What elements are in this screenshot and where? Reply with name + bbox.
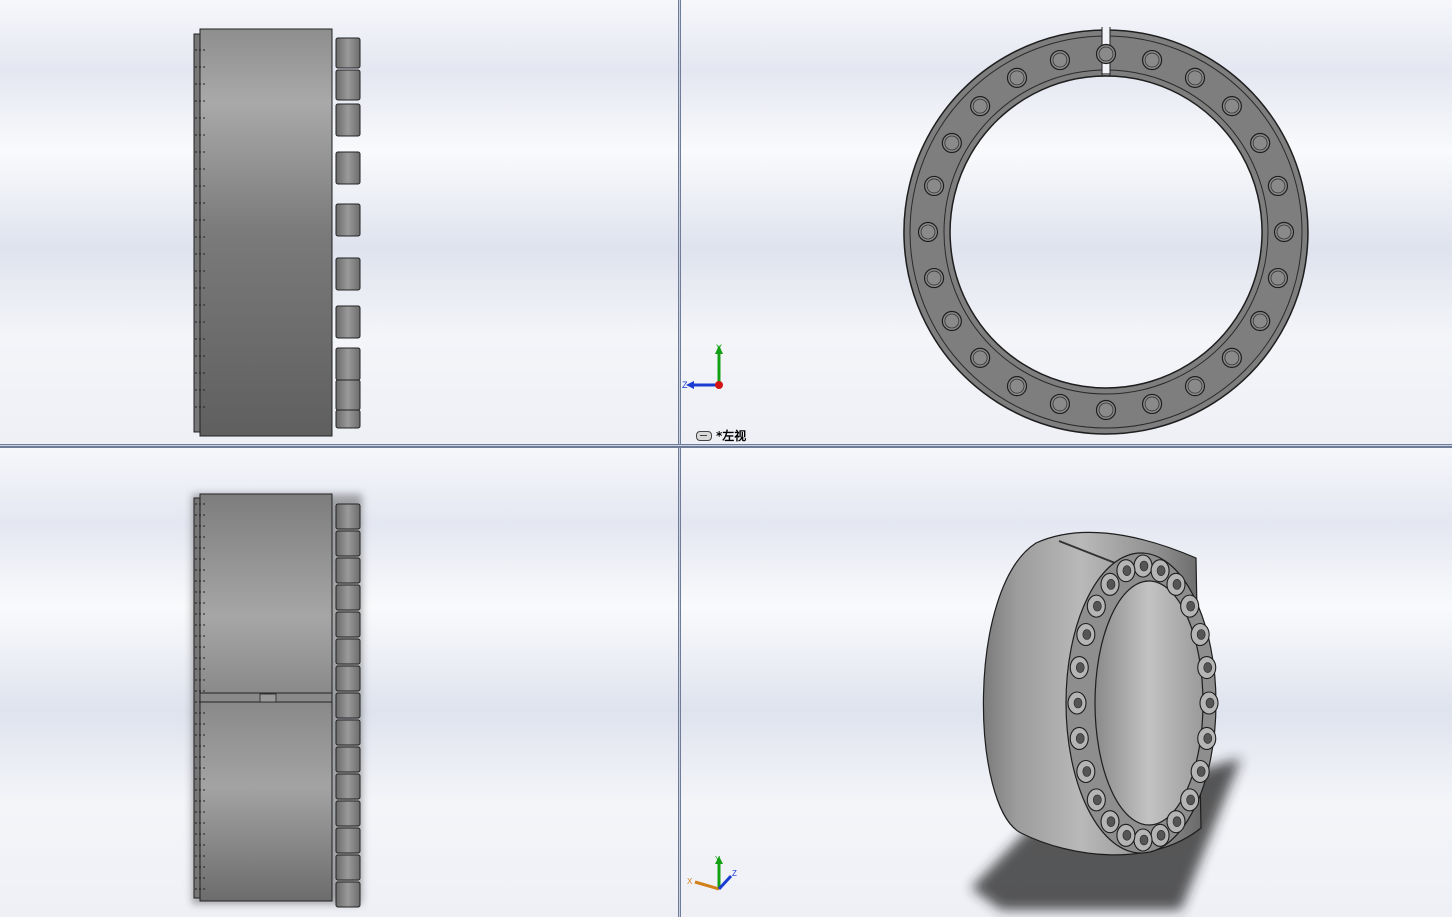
bolt-head	[335, 257, 361, 291]
bolt-head	[335, 719, 361, 746]
bolt-socket	[1156, 565, 1166, 576]
bolt-socket	[1093, 600, 1102, 612]
ring-body	[199, 28, 333, 437]
bolt-head	[335, 37, 361, 69]
bolt-socket	[1122, 830, 1132, 841]
viewport-left-view[interactable]: *左视 Y Z	[681, 0, 1452, 444]
viewport-divider-vertical[interactable]	[678, 0, 681, 917]
bolt-head	[335, 665, 361, 692]
bolt-head	[335, 103, 361, 137]
bolt-head	[335, 746, 361, 773]
bolt-socket	[1073, 697, 1083, 709]
bolt-socket	[1082, 629, 1092, 640]
triad-y-label: Y	[716, 343, 722, 353]
bolt-socket	[1093, 794, 1102, 806]
triad-left-view: Y Z	[682, 343, 723, 390]
bolt-head	[335, 409, 361, 429]
bolt-head	[335, 638, 361, 665]
bolt-head	[335, 611, 361, 638]
bolt-socket	[1203, 733, 1213, 744]
bolt-socket	[1203, 662, 1213, 673]
bolt-head	[335, 503, 361, 530]
bolt-head	[335, 305, 361, 339]
bolt-head	[335, 692, 361, 719]
bolt-head	[335, 881, 361, 908]
bolt-head	[335, 530, 361, 557]
slit-tab	[259, 693, 277, 703]
isometric-drawing	[971, 531, 1241, 910]
bolt-socket	[1122, 565, 1132, 576]
viewport-top[interactable]	[0, 448, 678, 917]
bolt-socket	[1186, 794, 1195, 806]
left-view-drawing	[903, 27, 1309, 435]
bolt-socket	[1156, 830, 1166, 841]
triad-y-label: Y	[715, 855, 721, 864]
bolt-socket	[1196, 766, 1206, 777]
ring-bore-iso	[1094, 580, 1204, 826]
front-view-drawing	[193, 28, 361, 437]
link-view-icon[interactable]	[696, 430, 712, 441]
bolt-heads	[335, 37, 361, 429]
bolt-head	[335, 584, 361, 611]
viewport-divider-horizontal[interactable]	[0, 444, 1452, 448]
viewport-front[interactable]	[0, 0, 678, 444]
triad-x-label: X	[687, 877, 693, 886]
bolt-socket	[1139, 560, 1149, 572]
bolt-socket	[1139, 834, 1149, 846]
bolt-holes	[917, 43, 1295, 421]
bolt-heads	[335, 503, 361, 908]
bolt-head	[335, 800, 361, 827]
bolt-socket	[1106, 579, 1116, 590]
bolt-head	[335, 379, 361, 411]
view-name-text: *左视	[716, 429, 747, 443]
ring-face	[903, 29, 1309, 435]
triad-z-label: Z	[682, 380, 688, 390]
bolt-socket	[1205, 697, 1215, 709]
bolt-head	[335, 773, 361, 800]
triad-z-label: Z	[732, 869, 737, 878]
bolt-socket	[1075, 733, 1085, 744]
bolt-socket	[1082, 766, 1092, 777]
bolt-socket	[1075, 662, 1085, 673]
bolt-head	[335, 347, 361, 381]
bolt-head	[335, 854, 361, 881]
bolt-socket	[1106, 816, 1116, 827]
bolt-head	[335, 203, 361, 237]
bolt-socket	[1172, 579, 1182, 590]
view-name-label: *左视	[696, 427, 746, 444]
top-view-drawing	[192, 493, 362, 908]
bolt-socket	[1172, 816, 1182, 827]
bolt-head	[335, 557, 361, 584]
bolt-head	[335, 151, 361, 185]
triad-isometric: Y X Z	[687, 855, 737, 891]
bolt-socket	[1196, 629, 1206, 640]
bolt-head	[335, 827, 361, 854]
bolt-socket	[1186, 600, 1195, 612]
viewport-isometric[interactable]: Y X Z	[681, 448, 1452, 917]
bolt-head	[335, 69, 361, 101]
